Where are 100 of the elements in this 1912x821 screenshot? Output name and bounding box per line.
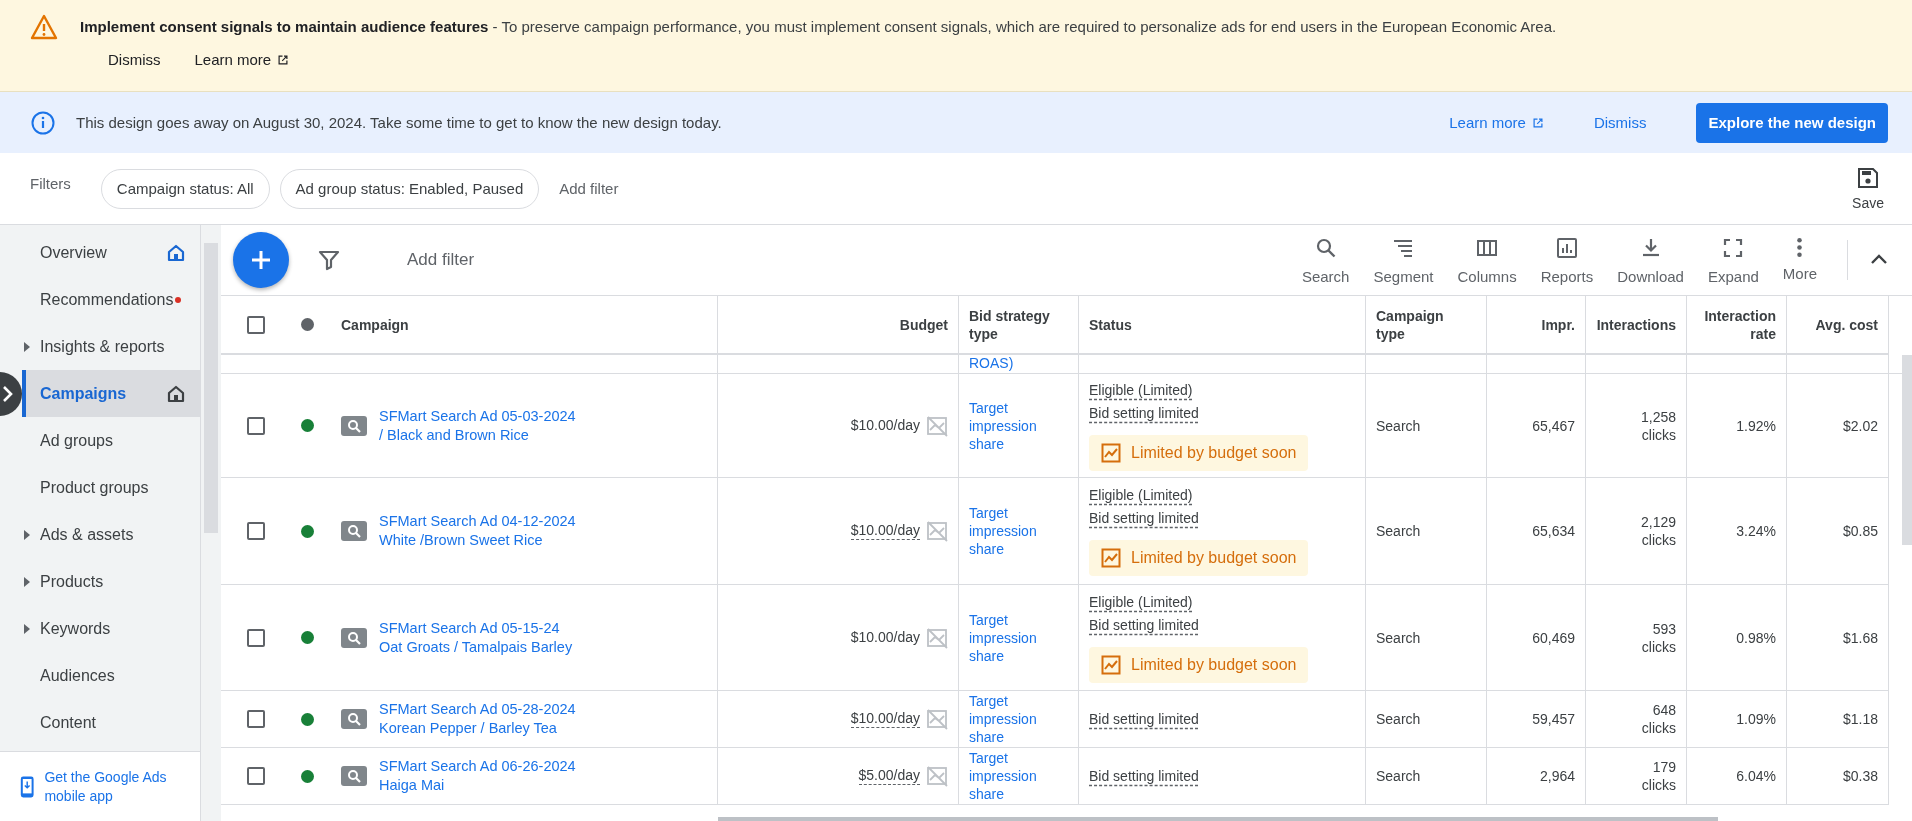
interaction-rate: 1.92% [1736,417,1776,434]
sidebar-item[interactable]: Product groups [22,464,200,511]
column-header[interactable]: Status [1079,296,1366,355]
external-link-icon [277,53,290,66]
filter-icon[interactable] [317,248,341,272]
campaign-link[interactable]: SFMart Search Ad 06-26-2024 Haiga Mai [379,757,576,795]
learn-more-link[interactable]: Learn more [194,51,290,68]
bid-strategy-link[interactable]: ROAS) [959,355,1078,372]
expand-arrow-icon [24,577,30,587]
sidebar-item[interactable]: Products [22,558,200,605]
row-checkbox[interactable] [247,767,265,785]
select-all-checkbox[interactable] [247,315,265,334]
avg-cost: $2.02 [1842,417,1878,434]
column-header[interactable]: Impr. [1487,296,1586,355]
column-header[interactable]: Campaign type [1366,296,1487,355]
column-header[interactable]: Campaign [331,296,718,355]
filter-chip[interactable]: Ad group status: Enabled, Paused [279,168,540,209]
segment-button[interactable]: Segment [1361,235,1446,285]
more-button[interactable]: More [1770,238,1829,282]
expand-button[interactable]: Expand [1695,235,1771,285]
column-header[interactable]: Budget [718,296,959,355]
budget-value: $10.00/day [850,416,920,435]
columns-button[interactable]: Columns [1445,235,1529,285]
interaction-rate: 3.24% [1736,523,1776,539]
sidebar-item[interactable]: Ads & assets [22,511,200,558]
status-text[interactable]: Eligible (Limited) [1089,486,1193,505]
row-checkbox[interactable] [247,710,265,728]
search-campaign-icon [341,627,367,648]
status-text[interactable]: Bid setting limited [1089,403,1199,423]
save-icon [1857,166,1880,189]
reports-icon [1554,235,1579,260]
dismiss-button[interactable]: Dismiss [108,51,161,68]
status-text[interactable]: Eligible (Limited) [1089,380,1193,400]
column-header[interactable]: Avg. cost [1787,296,1889,355]
search-campaign-icon [341,766,367,786]
sidebar-item[interactable]: Audiences [22,652,200,699]
explore-design-button[interactable]: Explore the new design [1696,102,1888,143]
scrollbar-thumb[interactable] [718,817,1718,821]
home-icon [167,385,185,403]
impressions-value: 65,634 [1532,523,1575,539]
chart-off-icon [926,708,948,730]
column-header[interactable]: Interaction rate [1687,296,1787,355]
sidebar-item[interactable]: Insights & reports [22,323,200,370]
save-button[interactable]: Save [1846,165,1890,212]
add-filter-button[interactable]: Add filter [401,249,481,271]
chart-off-icon [926,520,948,542]
bid-strategy-link[interactable]: Target impression share [969,749,1037,803]
notification-dot [175,296,182,303]
campaign-link[interactable]: SFMart Search Ad 04-12-2024 White /Brown Sweet Rice [379,512,576,550]
add-button[interactable] [233,232,289,288]
interactions-value: 1,258 clicks [1640,407,1676,444]
search-button[interactable]: Search [1289,235,1362,285]
row-checkbox[interactable] [247,628,265,647]
sidebar-item[interactable]: Recommendations [22,276,200,323]
filter-chip[interactable]: Campaign status: All [100,168,270,209]
avg-cost: $1.18 [1842,711,1878,727]
sidebar-item[interactable]: Campaigns [22,370,200,417]
bid-strategy-link[interactable]: Target impression share [969,398,1037,453]
sidebar-item[interactable]: Overview [22,229,200,276]
bid-strategy-link[interactable]: Target impression share [969,504,1037,558]
status-text[interactable]: Bid setting limited [1089,509,1199,528]
trend-chart-icon [1101,442,1121,463]
sidebar-item[interactable]: Keywords [22,605,200,652]
row-checkbox[interactable] [247,416,265,435]
status-text[interactable]: Bid setting limited [1089,709,1199,729]
campaign-type: Search [1376,711,1421,727]
download-button[interactable]: Download [1605,235,1696,285]
budget-value: $10.00/day [850,522,920,540]
learn-more-link[interactable]: Learn more [1449,114,1544,131]
row-checkbox[interactable] [247,522,265,540]
trend-chart-icon [1101,654,1121,675]
avg-cost: $1.68 [1842,629,1878,646]
sidebar-item[interactable]: Content [22,699,200,746]
dismiss-button[interactable]: Dismiss [1593,114,1647,131]
search-campaign-icon [341,709,367,729]
external-link-icon [1531,116,1544,129]
column-header[interactable]: Bid strategy type [959,296,1079,355]
chart-off-icon [926,414,948,437]
campaign-link[interactable]: SFMart Search Ad 05-28-2024 Korean Pepper / Barley Tea [379,700,576,738]
filters-label: Filters [30,175,71,192]
impressions-value: 59,457 [1532,711,1575,727]
sidebar-item[interactable]: Ad groups [22,417,200,464]
plus-icon [249,248,273,272]
add-filter-button[interactable]: Add filter [553,179,625,198]
bid-strategy-link[interactable]: Target impression share [969,610,1037,665]
status-text[interactable]: Bid setting limited [1089,615,1199,635]
mobile-app-promo[interactable]: Get the Google Ads mobile app [0,751,200,821]
column-header[interactable]: Interactions [1586,296,1687,355]
bid-strategy-link[interactable]: Target impression share [969,692,1037,746]
status-text[interactable]: Eligible (Limited) [1089,592,1193,612]
more-icon [1797,238,1803,257]
impressions-value: 60,469 [1532,629,1575,646]
interactions-value: 593 clicks [1641,619,1676,656]
scrollbar-thumb[interactable] [1902,355,1912,545]
reports-button[interactable]: Reports [1528,235,1606,285]
chart-off-icon [926,765,948,787]
campaign-link[interactable]: SFMart Search Ad 05-15-24 Oat Groats / Tamalpais Barley [379,618,573,657]
campaign-link[interactable]: SFMart Search Ad 05-03-2024 / Black and Brown Rice [379,406,576,445]
status-text[interactable]: Bid setting limited [1089,766,1199,786]
campaign-type: Search [1376,629,1421,646]
